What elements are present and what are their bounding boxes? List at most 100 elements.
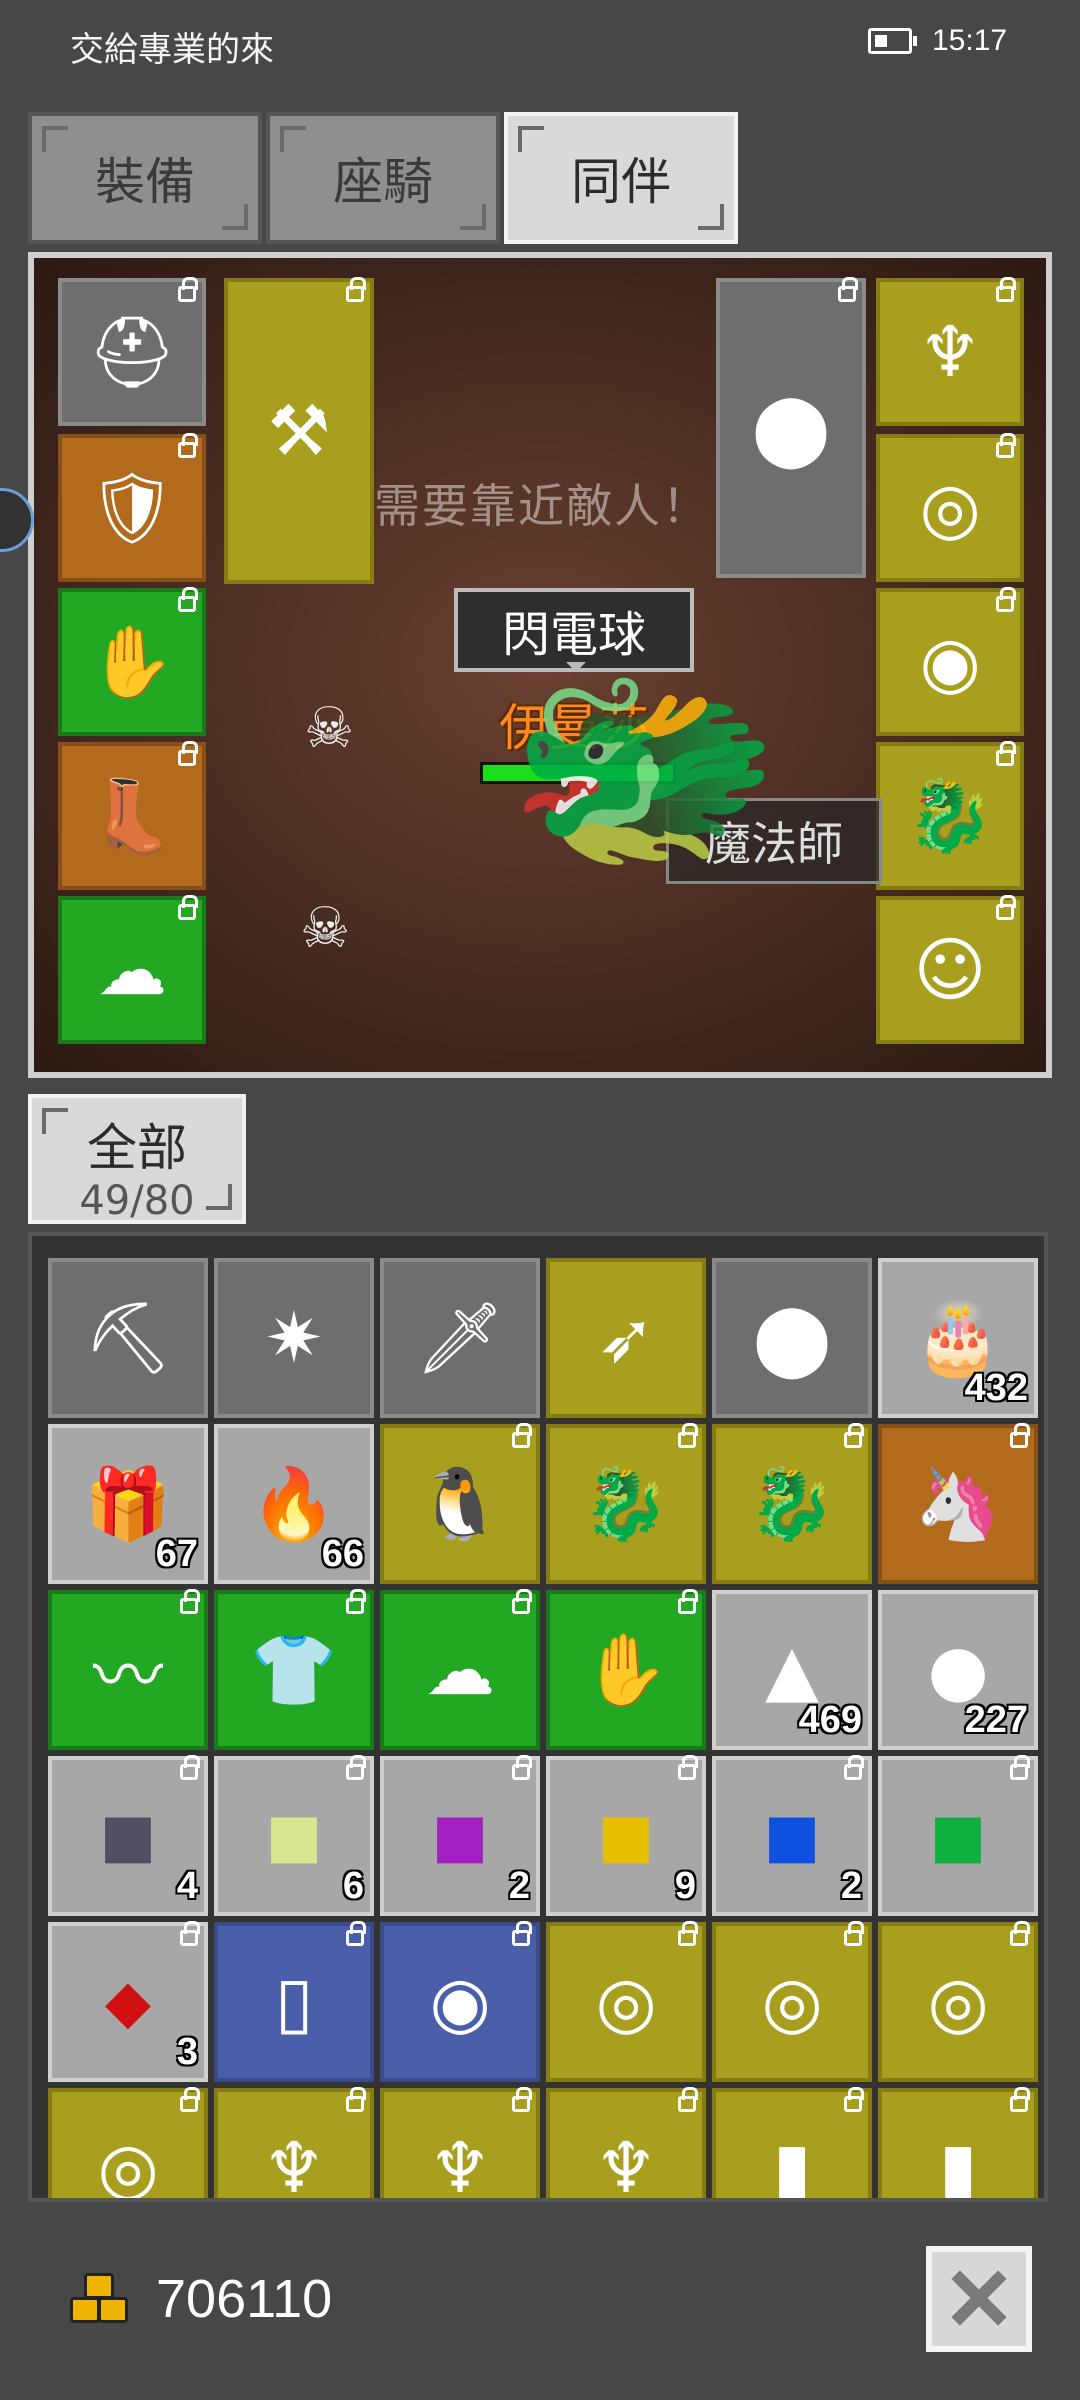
item-icon: ◎ [761, 1961, 823, 2043]
armor-slot[interactable]: 🛡 [58, 433, 206, 582]
inventory-item[interactable]: 🎁 67 [48, 1424, 208, 1584]
inventory-panel: ⛏ ✷ 🗡 ➶ ⬤ 🎂 432 🎁 67 🔥 66 🐧 🐉 🐉 🦄 〰 👕 ☁ ✋ ▲ 469 ● 227 ■ 4 ■ 6 ■ 2 ■ 9 ■… [28, 1232, 1048, 2202]
item-icon: 🐉 [582, 1462, 670, 1545]
inventory-item[interactable]: ▮ [712, 2087, 872, 2198]
tab-mount[interactable]: 座騎 [266, 112, 500, 244]
inventory-item[interactable]: 🐉 [712, 1423, 872, 1584]
inventory-item[interactable]: ■ 4 [48, 1755, 208, 1916]
inventory-item[interactable]: ■ 2 [380, 1755, 540, 1916]
inventory-item[interactable]: ● 227 [878, 1590, 1038, 1750]
inventory-item[interactable]: 🗡 [380, 1258, 540, 1418]
inventory-item[interactable]: 🔥 66 [214, 1424, 374, 1584]
inventory-item[interactable]: ◎ [546, 1921, 706, 2082]
inventory-item[interactable]: 🎂 432 [878, 1258, 1038, 1418]
lock-icon [180, 2087, 200, 2112]
round-shield-icon: ⬤ [751, 387, 831, 469]
ring-slot-2[interactable]: ◉ [876, 587, 1024, 736]
lock-icon [1010, 1755, 1030, 1780]
inventory-item[interactable]: ◎ [48, 2087, 208, 2198]
lock-icon [178, 587, 198, 612]
inventory-item[interactable]: 🦄 [878, 1423, 1038, 1584]
lock-icon [178, 277, 198, 302]
inventory-item[interactable]: ♆ [546, 2087, 706, 2198]
inventory-item[interactable]: 👕 [214, 1589, 374, 1750]
lock-icon [178, 895, 198, 920]
item-icon: ✷ [264, 1297, 324, 1379]
necklace-slot[interactable]: ♆ [876, 277, 1024, 426]
item-icon: 👕 [250, 1628, 338, 1711]
inventory-item[interactable]: ♆ [380, 2087, 540, 2198]
inventory-item[interactable]: ♆ [214, 2087, 374, 2198]
close-button[interactable] [926, 2246, 1032, 2352]
tab-label: 同伴 [571, 153, 671, 211]
shield-slot[interactable]: ⬤ [716, 277, 866, 578]
lock-icon [996, 741, 1016, 766]
tab-companion[interactable]: 同伴 [504, 112, 738, 244]
weapon-slot[interactable]: ⚒ [224, 277, 374, 584]
gold-amount: 706110 [156, 2269, 333, 2329]
inventory-item[interactable]: ⬤ [712, 1258, 872, 1418]
skull-icon: ☠ [300, 896, 351, 961]
ring-slot-1[interactable]: ◎ [876, 433, 1024, 582]
armor-icon: 🛡 [87, 466, 177, 549]
boots-slot[interactable]: 👢 [58, 741, 206, 890]
tab-label: 裝備 [95, 153, 195, 211]
inventory-item[interactable]: ■ [878, 1755, 1038, 1916]
ruby-ring-icon: ◉ [919, 621, 981, 703]
item-quantity: 2 [508, 1865, 530, 1907]
inventory-item[interactable]: ✋ [546, 1589, 706, 1750]
lock-icon [1010, 2087, 1030, 2112]
lock-icon [346, 1755, 366, 1780]
equipment-panel: ⛑ 🛡 ✋ 👢 ☁ ⚒ ⬤ ♆ ◎ ◉ 🐉 ☺ 需要靠近敵人！ 閃電球 伊曼莎 … [28, 252, 1052, 1078]
inventory-item[interactable]: ☁ [380, 1589, 540, 1750]
inventory-item[interactable]: 🐧 [380, 1423, 540, 1584]
inventory-item[interactable]: 〰 [48, 1589, 208, 1750]
lock-icon [1010, 1423, 1030, 1448]
inventory-item[interactable]: ■ 6 [214, 1755, 374, 1916]
inventory-item[interactable]: 🐉 [546, 1423, 706, 1584]
item-icon: ☁ [425, 1629, 495, 1711]
helmet-slot[interactable]: ⛑ [58, 277, 206, 426]
item-icon: 〰 [93, 1634, 163, 1717]
lock-icon [996, 277, 1016, 302]
item-quantity: 6 [342, 1865, 364, 1907]
tab-equipment[interactable]: 裝備 [28, 112, 262, 244]
warning-text: 需要靠近敵人！ [374, 479, 710, 533]
character-icon: ☺ [913, 929, 987, 1011]
status-bar: 交給專業的來 15:17 [0, 0, 1080, 90]
item-icon: 🦄 [914, 1462, 1002, 1545]
item-icon: ◎ [595, 1961, 657, 2043]
cape-icon: ☁ [97, 929, 167, 1011]
item-icon: 🐧 [416, 1462, 504, 1545]
item-icon: ◉ [429, 1961, 491, 2043]
lock-icon [346, 277, 366, 302]
inventory-item[interactable]: ▲ 469 [712, 1590, 872, 1750]
lock-icon [512, 1589, 532, 1614]
lock-icon [678, 2087, 698, 2112]
inventory-item[interactable]: ▮ [878, 2087, 1038, 2198]
costume-slot[interactable]: ☺ [876, 895, 1024, 1044]
hero-dragon-sprite: 🐲 [507, 639, 781, 895]
inventory-item[interactable]: ■ 9 [546, 1755, 706, 1916]
inventory-item[interactable]: ⛏ [48, 1258, 208, 1418]
item-quantity: 67 [155, 1533, 198, 1575]
lock-icon [180, 1921, 200, 1946]
inventory-item[interactable]: ➶ [546, 1258, 706, 1418]
inventory-item[interactable]: ■ 2 [712, 1755, 872, 1916]
inventory-item[interactable]: ◎ [878, 1921, 1038, 2082]
lock-icon [996, 433, 1016, 458]
inventory-item[interactable]: ◆ 3 [48, 1921, 208, 2082]
lock-icon [512, 2087, 532, 2112]
lock-icon [178, 741, 198, 766]
inventory-item[interactable]: ◎ [712, 1921, 872, 2082]
lock-icon [844, 1755, 864, 1780]
cape-slot[interactable]: ☁ [58, 895, 206, 1044]
lock-icon [346, 2087, 366, 2112]
inventory-item[interactable]: ✷ [214, 1258, 374, 1418]
inventory-item[interactable]: ◉ [380, 1921, 540, 2082]
gloves-slot[interactable]: ✋ [58, 587, 206, 736]
filter-tab-all[interactable]: 全部 49/80 [28, 1094, 246, 1224]
lock-icon [180, 1755, 200, 1780]
pet-slot[interactable]: 🐉 [876, 741, 1024, 890]
inventory-item[interactable]: ▯ [214, 1921, 374, 2082]
